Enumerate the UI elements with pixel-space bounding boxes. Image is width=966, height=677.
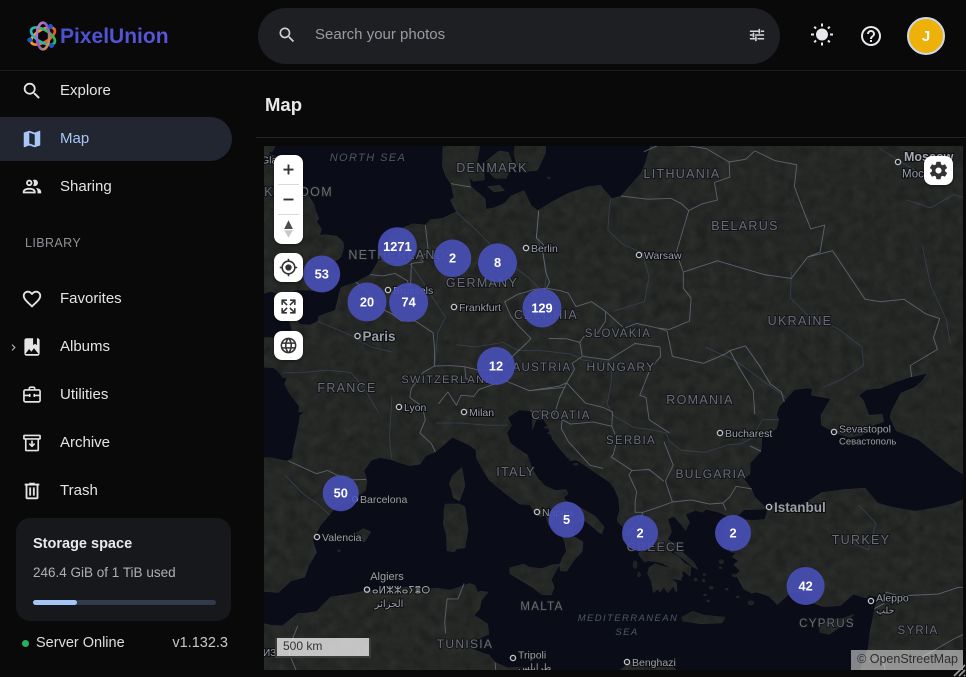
svg-text:ITALY: ITALY: [496, 465, 535, 479]
svg-text:SYRIA: SYRIA: [897, 625, 938, 637]
svg-text:Istanbul: Istanbul: [774, 500, 826, 515]
svg-text:NORTH SEA: NORTH SEA: [330, 152, 407, 164]
svg-text:2: 2: [729, 525, 736, 540]
svg-text:SLOVAKIA: SLOVAKIA: [585, 328, 651, 340]
svg-text:74: 74: [401, 295, 416, 310]
svg-text:SERBIA: SERBIA: [606, 435, 656, 447]
svg-text:DENMARK: DENMARK: [456, 161, 528, 175]
svg-text:8: 8: [494, 255, 501, 270]
svg-text:2: 2: [636, 525, 643, 540]
svg-text:Aleppo: Aleppo: [876, 593, 909, 605]
svg-text:129: 129: [531, 300, 552, 315]
svg-text:الجزائر: الجزائر: [374, 599, 404, 610]
svg-text:Milan: Milan: [469, 407, 494, 419]
svg-text:ⴰⵍⵣⵣⴰⵢⴻⵔ: ⴰⵍⵣⵣⴰⵢⴻⵔ: [372, 585, 430, 596]
svg-text:Lyon: Lyon: [404, 402, 427, 414]
svg-text:LITHUANIA: LITHUANIA: [644, 167, 721, 181]
svg-text:Valencia: Valencia: [322, 532, 362, 544]
svg-text:Barcelona: Barcelona: [360, 494, 407, 506]
svg-text:CROATIA: CROATIA: [531, 410, 590, 422]
svg-text:طرابلس: طرابلس: [518, 663, 552, 671]
svg-text:Tripoli: Tripoli: [518, 650, 546, 662]
svg-text:Benghazi: Benghazi: [632, 657, 676, 669]
svg-text:Frankfurt: Frankfurt: [459, 302, 501, 314]
svg-text:TURKEY: TURKEY: [832, 533, 891, 547]
svg-text:BULGARIA: BULGARIA: [675, 467, 746, 481]
svg-text:FRANCE: FRANCE: [317, 381, 376, 395]
svg-text:12: 12: [489, 358, 503, 373]
svg-text:50: 50: [334, 486, 348, 501]
svg-text:حلب: حلب: [876, 606, 894, 617]
svg-text:CYPRUS: CYPRUS: [799, 618, 855, 630]
svg-text:Bucharest: Bucharest: [725, 428, 772, 440]
svg-text:SEA: SEA: [615, 627, 638, 638]
svg-text:5: 5: [563, 512, 570, 527]
svg-text:MALTA: MALTA: [520, 601, 563, 613]
svg-text:42: 42: [798, 578, 812, 593]
svg-text:53: 53: [315, 266, 329, 281]
svg-text:Севастополь: Севастополь: [839, 437, 896, 448]
svg-text:2: 2: [449, 251, 456, 266]
svg-text:MEDITERRANEAN: MEDITERRANEAN: [578, 613, 679, 624]
svg-text:Berlin: Berlin: [531, 243, 558, 255]
svg-text:TUNISIA: TUNISIA: [437, 637, 493, 651]
svg-text:Sevastopol: Sevastopol: [839, 424, 891, 436]
svg-text:1271: 1271: [383, 239, 411, 254]
svg-text:HUNGARY: HUNGARY: [587, 360, 656, 374]
svg-text:Algiers: Algiers: [370, 571, 404, 583]
svg-text:BELARUS: BELARUS: [711, 219, 778, 233]
svg-text:Paris: Paris: [363, 329, 396, 344]
svg-text:ROMANIA: ROMANIA: [666, 393, 733, 407]
svg-text:AUSTRIA: AUSTRIA: [513, 362, 572, 374]
svg-text:Warsaw: Warsaw: [644, 250, 682, 262]
svg-text:UKRAINE: UKRAINE: [768, 314, 833, 328]
svg-text:20: 20: [360, 294, 374, 309]
